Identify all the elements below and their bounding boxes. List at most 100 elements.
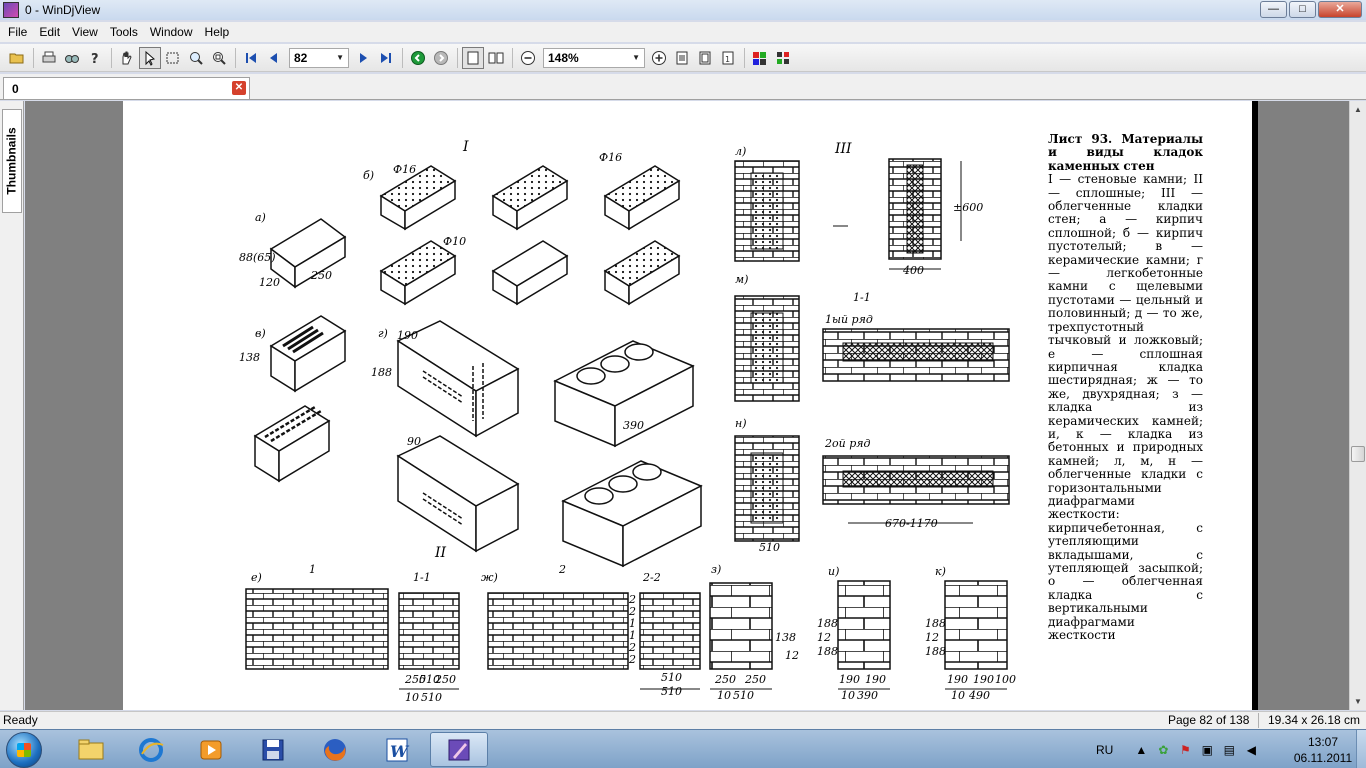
volume-icon[interactable]: ◀ bbox=[1243, 742, 1259, 758]
first-page-icon[interactable] bbox=[240, 47, 262, 69]
wall-i-drawing bbox=[837, 580, 891, 670]
print-icon[interactable] bbox=[38, 47, 60, 69]
two-pages-icon[interactable] bbox=[485, 47, 507, 69]
vertical-scrollbar[interactable]: ▲ ▼ bbox=[1349, 101, 1366, 710]
display-color-icon[interactable] bbox=[749, 47, 771, 69]
dim-i-390: 390 bbox=[857, 689, 878, 702]
network-icon[interactable]: ▤ bbox=[1221, 742, 1237, 758]
wall-k-drawing bbox=[944, 580, 1008, 670]
dim-190: 190 bbox=[397, 329, 418, 342]
label-row-2: 2ой ряд bbox=[825, 437, 871, 450]
label-section-2: II bbox=[435, 545, 447, 561]
brick-a-drawing bbox=[269, 218, 347, 289]
svg-text:W: W bbox=[390, 742, 410, 761]
dim-390: 390 bbox=[623, 419, 644, 432]
page-number-combo[interactable]: 82 ▼ bbox=[289, 47, 349, 68]
fit-page-icon[interactable] bbox=[694, 47, 716, 69]
word-taskbar-icon[interactable]: W bbox=[368, 732, 426, 767]
dim-i-12: 12 bbox=[817, 631, 831, 644]
zoom-out-icon[interactable] bbox=[517, 47, 539, 69]
wall-e-drawing bbox=[245, 588, 389, 670]
internet-explorer-taskbar-icon[interactable] bbox=[122, 732, 180, 767]
label-a: а) bbox=[255, 211, 266, 224]
dim-88: 88 bbox=[239, 251, 253, 264]
network-app-icon[interactable]: ✿ bbox=[1155, 742, 1171, 758]
dim-600: ±600 bbox=[953, 201, 984, 214]
show-desktop-button[interactable] bbox=[1356, 730, 1366, 768]
fit-width-icon[interactable] bbox=[671, 47, 693, 69]
svg-text:?: ? bbox=[91, 52, 99, 66]
dim-k-188b: 188 bbox=[925, 645, 946, 658]
media-player-taskbar-icon[interactable] bbox=[182, 732, 240, 767]
menu-window[interactable]: Window bbox=[144, 25, 199, 39]
windjview-taskbar-icon[interactable] bbox=[430, 732, 488, 767]
open-folder-icon[interactable] bbox=[6, 47, 28, 69]
menu-help[interactable]: Help bbox=[199, 25, 236, 39]
action-center-icon[interactable]: ⚑ bbox=[1177, 742, 1193, 758]
dim-65: (65) bbox=[253, 251, 276, 264]
label-section-1-1: 1-1 bbox=[853, 291, 871, 304]
windjview-app-icon[interactable] bbox=[3, 2, 19, 18]
chevron-down-icon[interactable]: ▼ bbox=[336, 53, 344, 62]
rect-select-icon[interactable] bbox=[162, 47, 184, 69]
dim-e-510: 510 bbox=[421, 691, 442, 704]
row-num-6: 2 bbox=[629, 653, 636, 666]
menu-file[interactable]: File bbox=[2, 25, 33, 39]
chevron-down-icon[interactable]: ▼ bbox=[632, 53, 640, 62]
zoom-tool-icon[interactable] bbox=[185, 47, 207, 69]
caption-heading: Лист 93. Материалы и виды кладок каменны… bbox=[1048, 132, 1203, 173]
scroll-up-icon[interactable]: ▲ bbox=[1350, 101, 1366, 118]
document-tab-strip: 0 ✕ bbox=[0, 74, 1366, 100]
zoom-combo[interactable]: 148% ▼ bbox=[543, 47, 645, 68]
next-page-icon[interactable] bbox=[352, 47, 374, 69]
menu-view[interactable]: View bbox=[66, 25, 104, 39]
close-button[interactable]: ✕ bbox=[1318, 1, 1362, 18]
document-tab[interactable]: 0 ✕ bbox=[3, 77, 250, 99]
show-hidden-icons-icon[interactable]: ▲ bbox=[1133, 742, 1149, 758]
dim-k-190b: 190 bbox=[973, 673, 994, 686]
zoom-rect-icon[interactable] bbox=[208, 47, 230, 69]
back-icon[interactable] bbox=[407, 47, 429, 69]
display-mode-icon[interactable] bbox=[772, 47, 794, 69]
forward-icon[interactable] bbox=[430, 47, 452, 69]
device-icon[interactable]: ▣ bbox=[1199, 742, 1215, 758]
dim-span: 670-1170 bbox=[885, 517, 938, 530]
minimize-button[interactable]: — bbox=[1260, 1, 1287, 18]
dim-510-n: 510 bbox=[759, 541, 780, 554]
label-cut-2: 2 bbox=[559, 563, 566, 576]
label-z: з) bbox=[711, 563, 722, 576]
scroll-down-icon[interactable]: ▼ bbox=[1350, 693, 1366, 710]
menu-tools[interactable]: Tools bbox=[104, 25, 144, 39]
maximize-button[interactable]: □ bbox=[1289, 1, 1316, 18]
last-page-icon[interactable] bbox=[375, 47, 397, 69]
label-b: б) bbox=[363, 169, 375, 182]
clock-date: 06.11.2011 bbox=[1293, 751, 1353, 765]
hand-tool-icon[interactable] bbox=[116, 47, 138, 69]
actual-size-icon[interactable]: 1 bbox=[717, 47, 739, 69]
select-tool-icon[interactable] bbox=[139, 46, 161, 69]
thumbnails-tab[interactable]: Thumbnails bbox=[2, 109, 22, 213]
label-phi10: Ф10 bbox=[443, 235, 467, 248]
dim-k-490: 490 bbox=[969, 689, 990, 702]
menu-edit[interactable]: Edit bbox=[33, 25, 66, 39]
help-icon[interactable]: ? bbox=[84, 47, 106, 69]
zoom-in-icon[interactable] bbox=[648, 47, 670, 69]
status-page-size: 19.34 x 26.18 cm bbox=[1268, 713, 1361, 727]
start-button[interactable] bbox=[6, 732, 42, 768]
previous-page-icon[interactable] bbox=[263, 47, 285, 69]
clock-time: 13:07 bbox=[1307, 735, 1339, 749]
scrollbar-thumb[interactable] bbox=[1351, 446, 1365, 462]
document-page: I II III а) б) в) г) е) ж) з) и) к) л) м… bbox=[123, 101, 1252, 710]
dim-250: 250 bbox=[311, 269, 332, 282]
explorer-taskbar-icon[interactable] bbox=[62, 732, 120, 767]
dim-zh-510b: 510 bbox=[661, 671, 682, 684]
language-indicator[interactable]: RU bbox=[1096, 743, 1113, 757]
save-disk-taskbar-icon[interactable] bbox=[244, 732, 302, 767]
close-tab-icon[interactable]: ✕ bbox=[232, 81, 246, 95]
clock[interactable]: 13:07 06.11.2011 bbox=[1290, 734, 1356, 766]
document-view[interactable]: I II III а) б) в) г) е) ж) з) и) к) л) м… bbox=[25, 101, 1349, 710]
firefox-taskbar-icon[interactable] bbox=[306, 732, 364, 767]
find-icon[interactable] bbox=[61, 47, 83, 69]
single-page-icon[interactable] bbox=[462, 46, 484, 69]
zoom-value: 148% bbox=[548, 50, 579, 65]
